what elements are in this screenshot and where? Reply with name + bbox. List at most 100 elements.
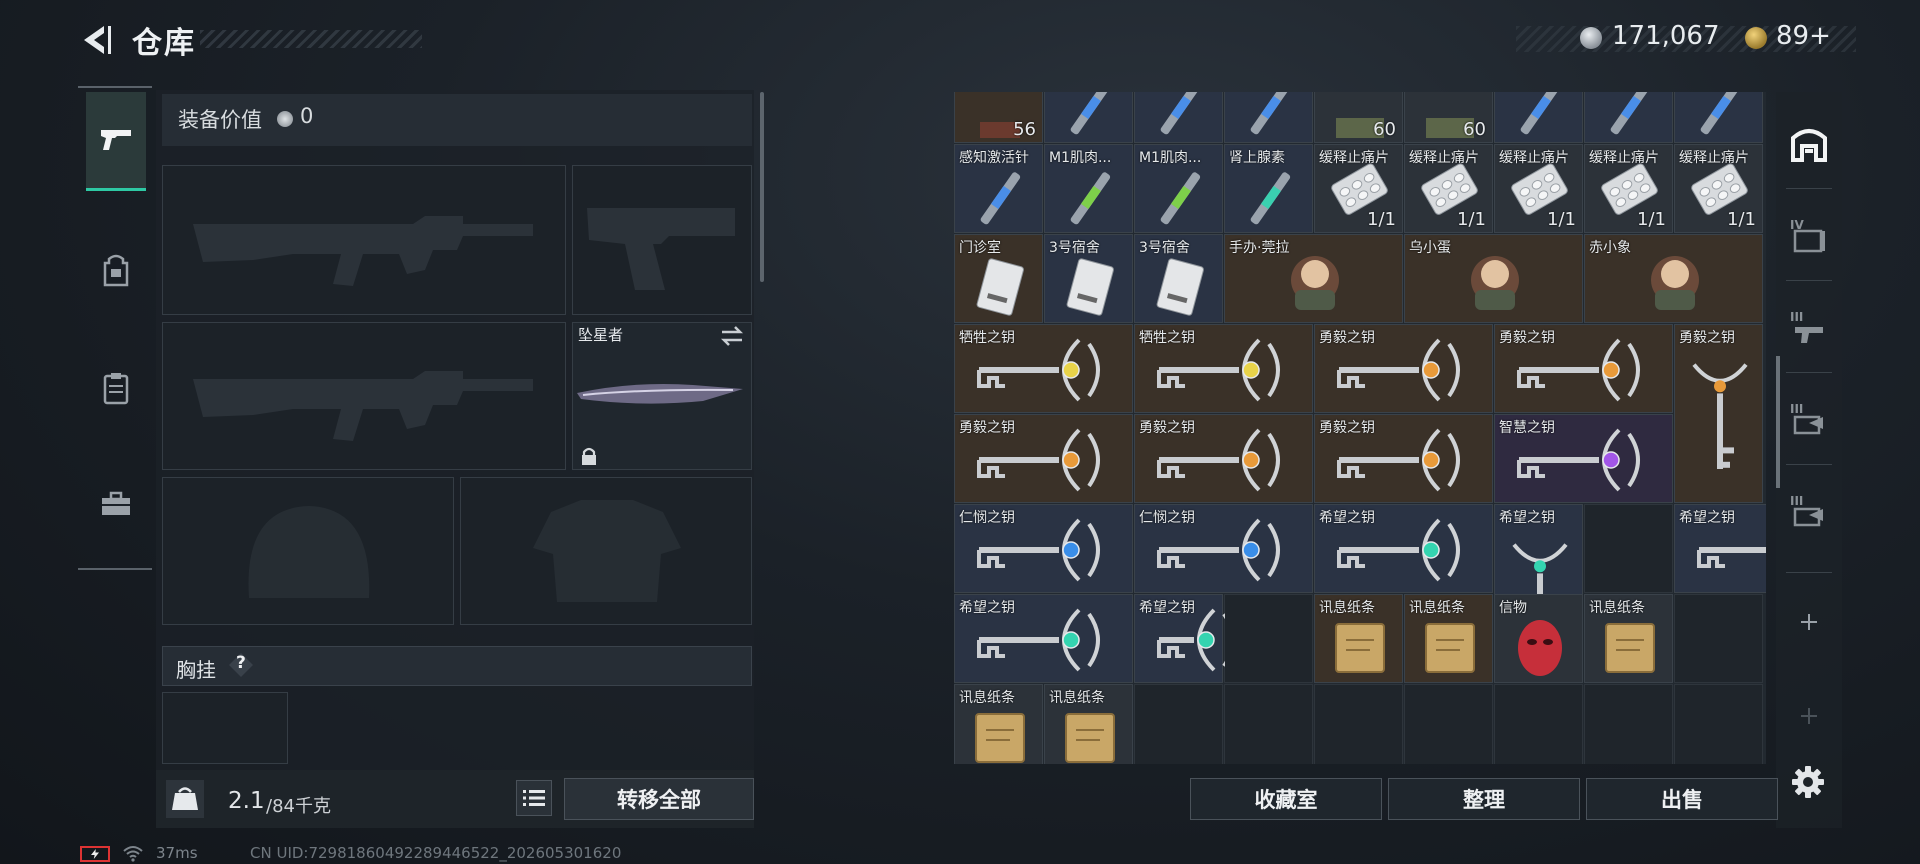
empty-slot[interactable] <box>1224 684 1313 764</box>
empty-slot[interactable] <box>1584 684 1673 764</box>
chest-rig-slot[interactable] <box>162 692 288 764</box>
storage-item[interactable] <box>1134 92 1223 143</box>
storage-item[interactable]: 仁悯之钥 <box>1134 504 1313 593</box>
storage-item[interactable]: 60 <box>1404 92 1493 143</box>
storage-item[interactable] <box>1224 92 1313 143</box>
token-balance[interactable]: 89+ <box>1776 21 1831 51</box>
storage-item[interactable]: 肾上腺素 <box>1224 144 1313 233</box>
storage-item[interactable]: 希望之钥 <box>954 594 1133 683</box>
settings-gear-icon[interactable] <box>1790 764 1826 800</box>
tab-all-storage[interactable] <box>1780 114 1838 174</box>
storage-item[interactable]: 勇毅之钥 <box>1494 324 1673 413</box>
vest-icon <box>103 373 129 405</box>
plus-icon <box>1801 614 1817 630</box>
transfer-all-button[interactable]: 转移全部 <box>564 778 754 820</box>
item-count: 1/1 <box>1367 209 1396 230</box>
storage-item[interactable]: 智慧之钥 <box>1494 414 1673 503</box>
sell-button[interactable]: 出售 <box>1586 778 1778 820</box>
storage-item[interactable]: 仁悯之钥 <box>954 504 1133 593</box>
tab-storage-level4[interactable]: IV <box>1780 208 1838 268</box>
storage-item[interactable]: 讯息纸条 <box>1314 594 1403 683</box>
storage-item[interactable]: 讯息纸条 <box>1404 594 1493 683</box>
storage-item[interactable]: 缓释止痛片 1/1 <box>1314 144 1403 233</box>
storage-item[interactable] <box>1044 92 1133 143</box>
storage-item[interactable]: 勇毅之钥 <box>1674 324 1763 503</box>
item-name: 勇毅之钥 <box>1319 420 1375 436</box>
storage-item[interactable]: 讯息纸条 <box>1044 684 1133 764</box>
collection-room-button[interactable]: 收藏室 <box>1190 778 1382 820</box>
primary-weapon-slot[interactable] <box>162 165 566 315</box>
item-count: 1/1 <box>1727 209 1756 230</box>
rifle-silhouette-icon <box>193 371 533 441</box>
equipment-scrollbar[interactable] <box>760 92 764 282</box>
item-name: 智慧之钥 <box>1499 420 1555 436</box>
helmet-slot[interactable] <box>162 477 454 625</box>
tab-storage-level3-c[interactable]: III <box>1780 484 1838 544</box>
storage-item[interactable]: 希望之钥 <box>1134 594 1225 683</box>
empty-slot[interactable] <box>1674 594 1763 683</box>
empty-slot[interactable] <box>1404 684 1493 764</box>
storage-item[interactable]: 感知激活针 <box>954 144 1043 233</box>
storage-item[interactable]: M1肌肉... <box>1044 144 1133 233</box>
storage-item[interactable]: 缓释止痛片 1/1 <box>1494 144 1583 233</box>
storage-item[interactable]: 讯息纸条 <box>1584 594 1673 683</box>
add-storage-button[interactable] <box>1780 592 1838 652</box>
add-storage-button-disabled <box>1780 686 1838 746</box>
tab-toolbox[interactable] <box>86 456 146 552</box>
empty-slot[interactable] <box>1134 684 1223 764</box>
storage-item[interactable]: 赤小象 <box>1584 234 1763 323</box>
storage-item[interactable]: 门诊室 <box>954 234 1043 323</box>
storage-item[interactable]: 牺牲之钥 <box>954 324 1133 413</box>
storage-item[interactable]: 希望之钥 <box>1674 504 1766 593</box>
help-icon[interactable]: ? <box>228 652 254 678</box>
tab-level-label: III <box>1790 310 1804 324</box>
storage-item[interactable]: 勇毅之钥 <box>954 414 1133 503</box>
item-name: 希望之钥 <box>1679 510 1735 526</box>
storage-item[interactable]: 勇毅之钥 <box>1314 414 1493 503</box>
current-weight: 2.1 <box>228 788 265 814</box>
tab-divider <box>78 86 152 88</box>
storage-item[interactable]: 60 <box>1314 92 1403 143</box>
storage-item[interactable]: 勇毅之钥 <box>1134 414 1313 503</box>
sidearm-slot[interactable] <box>572 165 752 315</box>
tab-vest[interactable] <box>86 340 146 436</box>
storage-item[interactable]: 讯息纸条 <box>954 684 1043 764</box>
storage-item[interactable]: 缓释止痛片 1/1 <box>1584 144 1673 233</box>
storage-item[interactable]: 56 <box>954 92 1043 143</box>
page-title: 仓库 <box>132 26 196 61</box>
storage-item[interactable]: M1肌肉... <box>1134 144 1223 233</box>
battery-icon <box>80 846 110 862</box>
tab-storage-level3-b[interactable]: III <box>1780 392 1838 452</box>
item-name: 希望之钥 <box>959 600 1015 616</box>
storage-item[interactable]: 3号宿舍 <box>1044 234 1133 323</box>
list-view-button[interactable] <box>516 780 552 816</box>
empty-slot[interactable] <box>1584 504 1673 593</box>
storage-item[interactable]: 手办·莞拉 <box>1224 234 1403 323</box>
tab-backpack[interactable] <box>86 222 146 318</box>
storage-item[interactable]: 勇毅之钥 <box>1314 324 1493 413</box>
armor-slot[interactable] <box>460 477 752 625</box>
melee-name: 坠星者 <box>578 326 624 344</box>
storage-item[interactable]: 乌小蛋 <box>1404 234 1583 323</box>
storage-item[interactable] <box>1584 92 1673 143</box>
swap-icon[interactable] <box>720 326 744 346</box>
storage-item[interactable]: 信物 <box>1494 594 1583 683</box>
empty-slot[interactable] <box>1224 594 1313 683</box>
empty-slot[interactable] <box>1494 684 1583 764</box>
storage-item[interactable]: 3号宿舍 <box>1134 234 1223 323</box>
storage-item[interactable] <box>1674 92 1763 143</box>
tab-firearms[interactable] <box>86 92 146 191</box>
back-arrow-icon[interactable] <box>78 22 114 58</box>
tab-storage-level3-a[interactable]: III <box>1780 300 1838 360</box>
storage-item[interactable]: 牺牲之钥 <box>1134 324 1313 413</box>
empty-slot[interactable] <box>1674 684 1763 764</box>
tab-divider <box>1786 188 1832 189</box>
storage-item[interactable]: 缓释止痛片 1/1 <box>1674 144 1763 233</box>
sort-button[interactable]: 整理 <box>1388 778 1580 820</box>
storage-item[interactable]: 缓释止痛片 1/1 <box>1404 144 1493 233</box>
storage-item[interactable]: 希望之钥 <box>1314 504 1493 593</box>
empty-slot[interactable] <box>1314 684 1403 764</box>
injector-icon <box>1160 92 1201 135</box>
secondary-weapon-slot[interactable] <box>162 322 566 470</box>
storage-item[interactable] <box>1494 92 1583 143</box>
